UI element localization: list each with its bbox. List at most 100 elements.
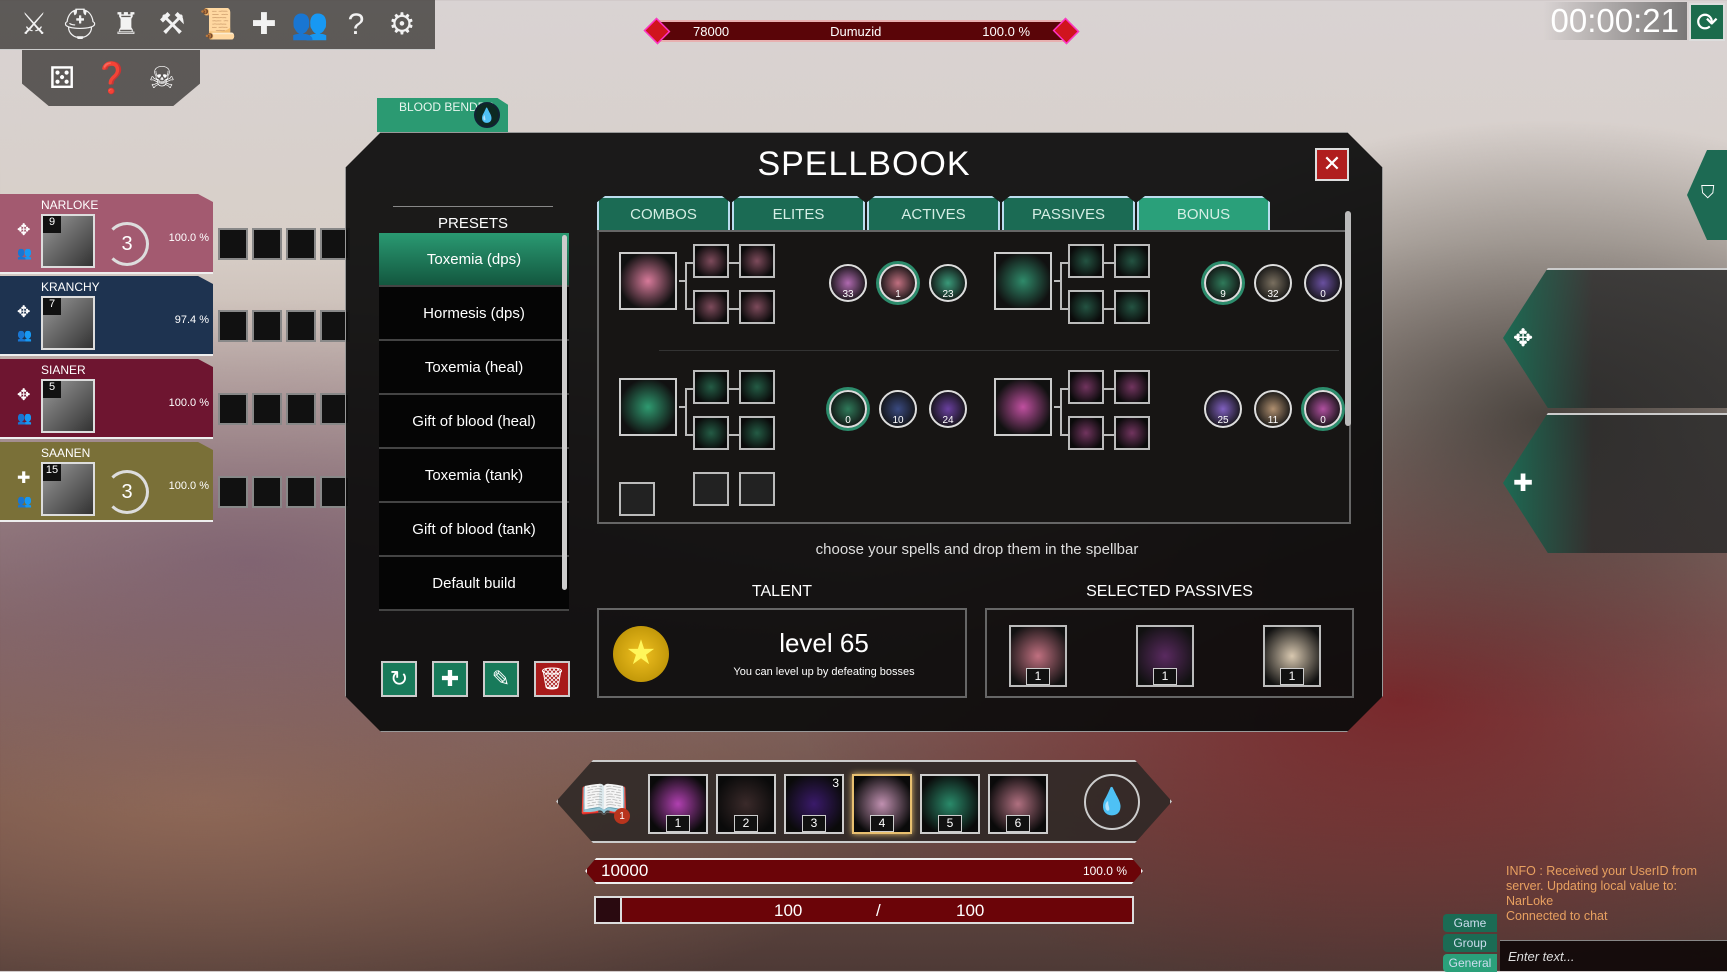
group-icon[interactable]: 👥: [290, 5, 330, 45]
scroll-icon[interactable]: 📜: [198, 5, 238, 45]
passive-slot[interactable]: 1: [1136, 625, 1194, 687]
preset-item[interactable]: Gift of blood (heal): [379, 395, 569, 449]
delete-preset-button[interactable]: 🗑: [534, 661, 570, 697]
passive-slot[interactable]: 1: [1263, 625, 1321, 687]
tab-elites[interactable]: ELITES: [732, 196, 865, 231]
spell-variant[interactable]: 1: [879, 264, 917, 302]
edit-preset-button[interactable]: ✎: [483, 661, 519, 697]
chat-tab-game[interactable]: Game: [1443, 914, 1497, 932]
chat-tab-general[interactable]: General: [1443, 954, 1497, 972]
dice-icon[interactable]: ⚄: [42, 61, 82, 96]
party-frame[interactable]: SAANEN ✚ 👥 15 3 100.0 %: [0, 442, 213, 522]
help-icon[interactable]: ?: [336, 5, 376, 45]
combo-root-spell[interactable]: [994, 378, 1052, 436]
class-tab[interactable]: BLOOD BENDER 💧: [377, 98, 508, 132]
crossed-swords-icon[interactable]: ⚔: [14, 5, 54, 45]
spell-slot[interactable]: 2: [716, 774, 776, 834]
spell-tree-scrollbar[interactable]: [1345, 211, 1351, 426]
heal-hex-panel[interactable]: ✚: [1503, 413, 1727, 553]
refresh-button[interactable]: ⟳: [1689, 3, 1725, 41]
combo-branch-spell[interactable]: [693, 244, 729, 278]
party-member-name: SIANER: [41, 363, 86, 377]
combo-branch-spell[interactable]: [739, 370, 775, 404]
tab-actives[interactable]: ACTIVES: [867, 196, 1000, 231]
combo-branch-spell[interactable]: [1114, 370, 1150, 404]
spell-slot[interactable]: 6: [988, 774, 1048, 834]
boss-name: Dumuzid: [830, 23, 882, 39]
tab-passives[interactable]: PASSIVES: [1002, 196, 1135, 231]
spell-variant[interactable]: 0: [1304, 390, 1342, 428]
combo-branch-spell[interactable]: [739, 416, 775, 450]
reset-button[interactable]: ↻: [381, 661, 417, 697]
combo-branch-spell[interactable]: [693, 290, 729, 324]
spell-variant[interactable]: 10: [879, 390, 917, 428]
party-frame[interactable]: NARLOKE ✥ 👥 9 3 100.0 %: [0, 194, 213, 274]
chat-input[interactable]: Enter text...: [1500, 940, 1727, 971]
help-book-icon[interactable]: ❓: [92, 61, 132, 96]
combo-root-spell[interactable]: [994, 252, 1052, 310]
partial-spell[interactable]: [739, 472, 775, 506]
combo-branch-spell[interactable]: [1114, 244, 1150, 278]
partial-spell[interactable]: [693, 472, 729, 506]
combo-branch-spell[interactable]: [1068, 416, 1104, 450]
preset-item[interactable]: Toxemia (dps): [379, 233, 569, 287]
presets-scrollbar[interactable]: [562, 235, 567, 590]
preset-item[interactable]: Toxemia (tank): [379, 449, 569, 503]
spell-slot[interactable]: 4: [852, 774, 912, 834]
spellbook-icon[interactable]: 📖 1: [576, 776, 632, 826]
combo-branch-spell[interactable]: [1114, 290, 1150, 324]
target-hex-panel[interactable]: ✥: [1503, 268, 1727, 408]
spell-variant[interactable]: 32: [1254, 264, 1292, 302]
tab-combos[interactable]: COMBOS: [597, 196, 730, 231]
spell-slot[interactable]: 33: [784, 774, 844, 834]
combo-branch-spell[interactable]: [1068, 244, 1104, 278]
class-blood-icon[interactable]: 💧: [1084, 774, 1140, 830]
combo-branch-spell[interactable]: [1114, 416, 1150, 450]
spell-variant[interactable]: 23: [929, 264, 967, 302]
tab-bonus[interactable]: BONUS: [1137, 196, 1270, 231]
talent-label: TALENT: [751, 583, 813, 600]
preset-item[interactable]: Hormesis (dps): [379, 287, 569, 341]
spell-variant[interactable]: 33: [829, 264, 867, 302]
passive-slot[interactable]: 1: [1009, 625, 1067, 687]
party-health-percent: 97.4 %: [174, 314, 209, 326]
combo-branch-spell[interactable]: [739, 244, 775, 278]
spell-variant[interactable]: 0: [1304, 264, 1342, 302]
partial-spell[interactable]: [619, 482, 655, 516]
gear-icon[interactable]: ⚙: [382, 5, 422, 45]
party-frame[interactable]: KRANCHY ✥ 👥 7 97.4 %: [0, 276, 213, 356]
spell-variant[interactable]: 24: [929, 390, 967, 428]
party-frame[interactable]: SIANER ✥ 👥 5 100.0 %: [0, 359, 213, 439]
spell-variant[interactable]: 25: [1204, 390, 1242, 428]
chat-tab-group[interactable]: Group: [1443, 934, 1497, 952]
spell-key: 4: [870, 815, 894, 832]
combo-branch-spell[interactable]: [693, 370, 729, 404]
defense-hex-button[interactable]: ⛉: [1687, 150, 1727, 240]
combo-branch-spell[interactable]: [1068, 370, 1104, 404]
preset-item[interactable]: Toxemia (heal): [379, 341, 569, 395]
helmet-icon[interactable]: ⛑: [60, 5, 100, 45]
combo-root-spell[interactable]: [619, 378, 677, 436]
party-member-name: NARLOKE: [41, 198, 99, 212]
spell-variant[interactable]: 11: [1254, 390, 1292, 428]
anvil-icon[interactable]: ⚒: [152, 5, 192, 45]
level-badge: 7: [43, 298, 61, 315]
skull-icon[interactable]: ☠: [142, 61, 182, 96]
spell-variant[interactable]: 9: [1204, 264, 1242, 302]
preset-item[interactable]: Default build: [379, 557, 569, 611]
combo-root-spell[interactable]: [619, 252, 677, 310]
combo-branch-spell[interactable]: [693, 416, 729, 450]
tree-connector: [685, 388, 693, 390]
combo-branch-spell[interactable]: [739, 290, 775, 324]
combo-branch-spell[interactable]: [1068, 290, 1104, 324]
tree-connector: [685, 434, 693, 436]
puzzle-icon[interactable]: ✚: [244, 5, 284, 45]
spell-slot[interactable]: 1: [648, 774, 708, 834]
spell-variant[interactable]: 0: [829, 390, 867, 428]
preset-item[interactable]: Gift of blood (tank): [379, 503, 569, 557]
add-preset-button[interactable]: ✚: [432, 661, 468, 697]
boss-bar-left-ornament: [643, 17, 671, 45]
spell-slot[interactable]: 5: [920, 774, 980, 834]
close-button[interactable]: ✕: [1315, 148, 1349, 181]
armor-icon[interactable]: ♜: [106, 5, 146, 45]
